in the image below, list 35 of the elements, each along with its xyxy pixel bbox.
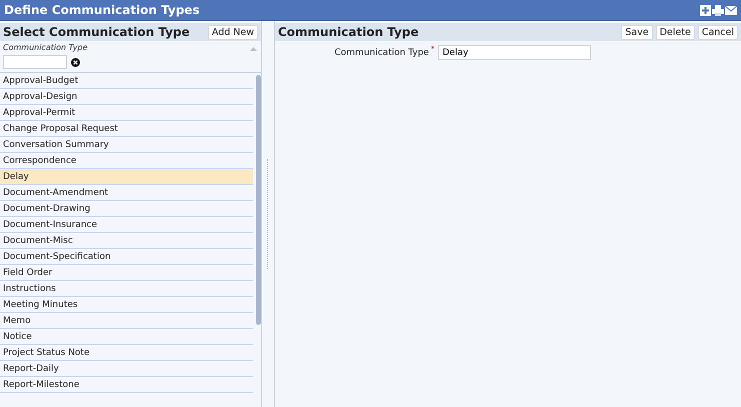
list-item[interactable]: Meeting Minutes xyxy=(0,297,253,313)
window-title: Define Communication Types xyxy=(4,3,200,17)
add-icon[interactable] xyxy=(700,4,711,16)
list-item[interactable]: Notice xyxy=(0,329,253,345)
list-item[interactable]: Instructions xyxy=(0,281,253,297)
panel-title: Communication Type xyxy=(278,25,419,39)
list-item[interactable]: Approval-Permit xyxy=(0,105,253,121)
list-item[interactable]: Report-Milestone xyxy=(0,377,253,393)
list-item[interactable]: Approval-Design xyxy=(0,89,253,105)
print-icon[interactable] xyxy=(712,4,724,16)
list-item[interactable]: Delay xyxy=(0,169,253,185)
list-item[interactable]: Document-Misc xyxy=(0,233,253,249)
list-item[interactable]: Memo xyxy=(0,313,253,329)
action-button[interactable]: Cancel xyxy=(698,24,738,40)
clear-icon[interactable] xyxy=(71,58,80,66)
list-item[interactable]: Field Order xyxy=(0,265,253,281)
filter-field[interactable] xyxy=(3,55,67,69)
list-item[interactable]: Project Status Note xyxy=(0,345,253,361)
communication-type-field[interactable]: Delay xyxy=(438,45,592,60)
list-item[interactable]: Document-Insurance xyxy=(0,217,253,233)
mail-icon[interactable] xyxy=(725,4,737,16)
list-item[interactable]: Approval-Budget xyxy=(0,73,253,89)
list-item[interactable]: Document-Amendment xyxy=(0,185,253,201)
list-item[interactable]: Document-Drawing xyxy=(0,201,253,217)
list-item[interactable]: Change Proposal Request xyxy=(0,121,253,137)
action-button[interactable]: Delete xyxy=(656,24,695,40)
panel-title: Select Communication Type xyxy=(3,25,190,39)
scrollbar-thumb[interactable] xyxy=(256,75,261,325)
filter-label: Communication Type xyxy=(3,43,88,52)
list-item[interactable]: Document-Specification xyxy=(0,249,253,265)
add-new-button[interactable]: Add New xyxy=(208,24,258,40)
field-label: Communication Type xyxy=(334,48,429,58)
list-item[interactable]: Conversation Summary xyxy=(0,137,253,153)
action-button[interactable]: Save xyxy=(621,24,653,40)
list-item[interactable]: Report-Daily xyxy=(0,361,253,377)
